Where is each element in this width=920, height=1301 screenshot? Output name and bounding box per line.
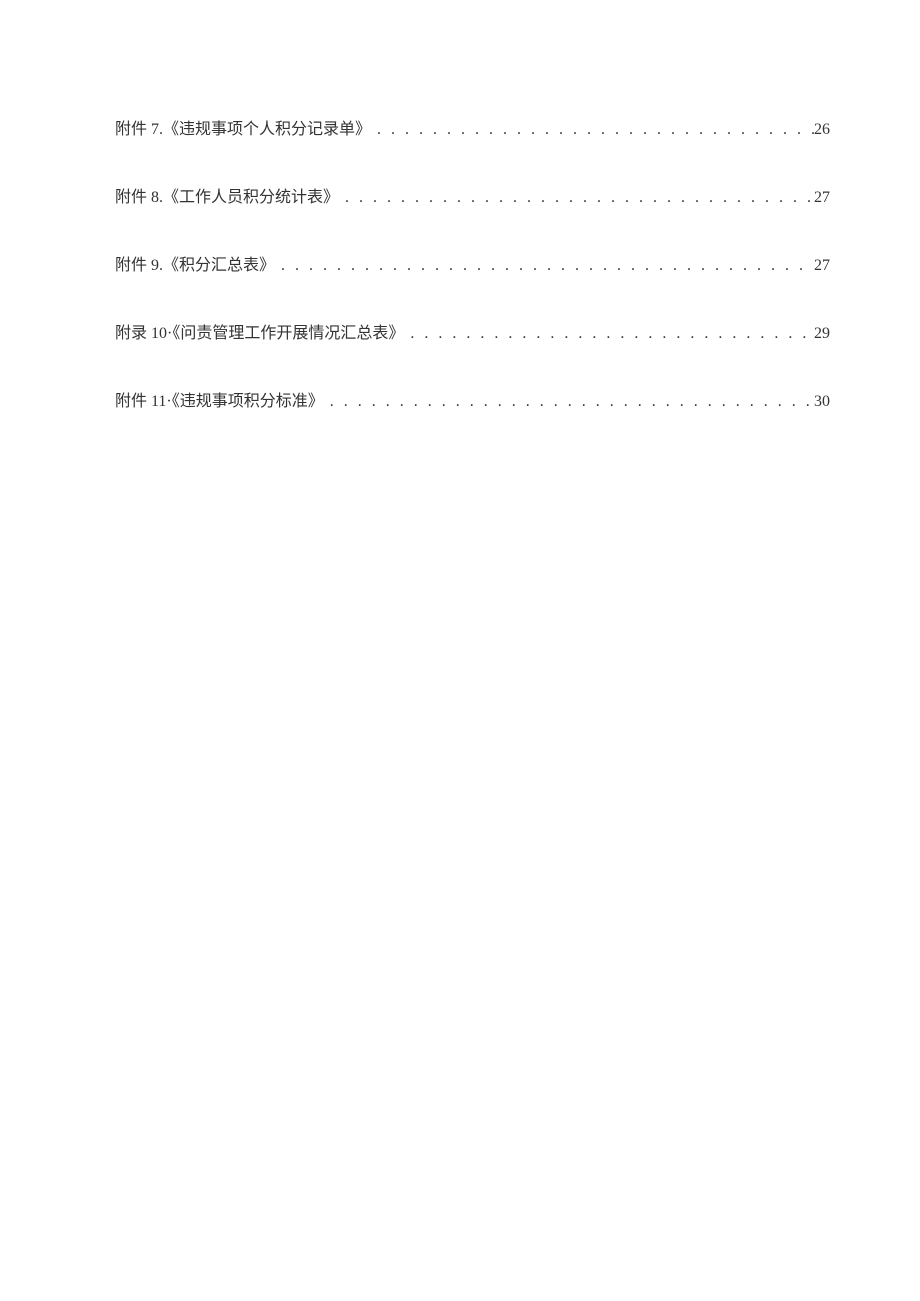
toc-entry-label: 附件 9.《积分汇总表》 [115,251,275,275]
toc-entry-page: 29 [814,325,830,343]
toc-dots [275,257,814,275]
toc-entry-page: 26 [814,121,830,139]
toc-entry: 附件 8.《工作人员积分统计表》 27 [115,183,830,207]
toc-entry-label: 附件 11·《违规事项积分标准》 [115,387,324,411]
toc-entry-page: 30 [814,393,830,411]
toc-dots [404,325,814,343]
toc-entry: 附录 10·《问责管理工作开展情况汇总表》 29 [115,319,830,343]
toc-entry: 附件 7.《违规事项个人积分记录单》 26 [115,115,830,139]
toc-entry-page: 27 [814,189,830,207]
toc-dots [324,393,814,411]
toc-entry-label: 附录 10·《问责管理工作开展情况汇总表》 [115,319,404,343]
toc-dots [339,189,814,207]
toc-entry: 附件 11·《违规事项积分标准》 30 [115,387,830,411]
toc-entry: 附件 9.《积分汇总表》 27 [115,251,830,275]
toc-entry-label: 附件 7.《违规事项个人积分记录单》 [115,115,371,139]
toc-entry-page: 27 [814,257,830,275]
toc-dots [371,121,814,139]
toc-entry-label: 附件 8.《工作人员积分统计表》 [115,183,339,207]
